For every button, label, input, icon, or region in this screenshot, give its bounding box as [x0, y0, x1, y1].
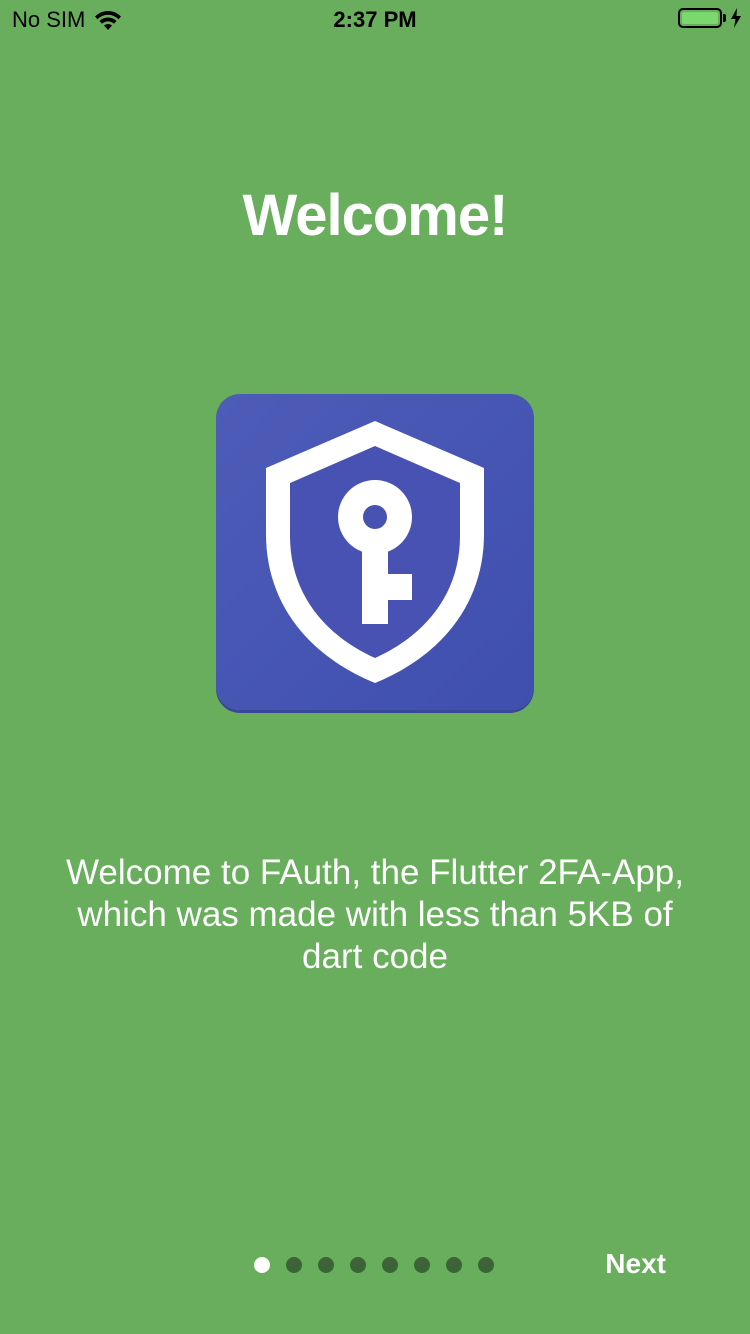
page-dot-6[interactable]	[414, 1257, 430, 1273]
status-bar: No SIM 2:37 PM	[0, 0, 750, 40]
battery-fill	[682, 12, 718, 24]
page-dot-3[interactable]	[318, 1257, 334, 1273]
page-indicator	[254, 1257, 494, 1273]
charging-bolt-icon	[731, 8, 741, 28]
battery-icon	[678, 8, 722, 28]
page-dot-2[interactable]	[286, 1257, 302, 1273]
battery-tip	[723, 14, 726, 22]
shield-key-icon	[216, 394, 534, 710]
battery-indicator	[678, 8, 742, 28]
page-dot-4[interactable]	[350, 1257, 366, 1273]
next-button[interactable]: Next	[605, 1248, 666, 1280]
page-dot-5[interactable]	[382, 1257, 398, 1273]
page-dot-8[interactable]	[478, 1257, 494, 1273]
welcome-description: Welcome to FAuth, the Flutter 2FA-App, w…	[66, 853, 684, 976]
status-time: 2:37 PM	[333, 7, 417, 32]
page-dot-7[interactable]	[446, 1257, 462, 1273]
page-dot-1[interactable]	[254, 1257, 270, 1273]
page-title: Welcome!	[242, 183, 509, 248]
